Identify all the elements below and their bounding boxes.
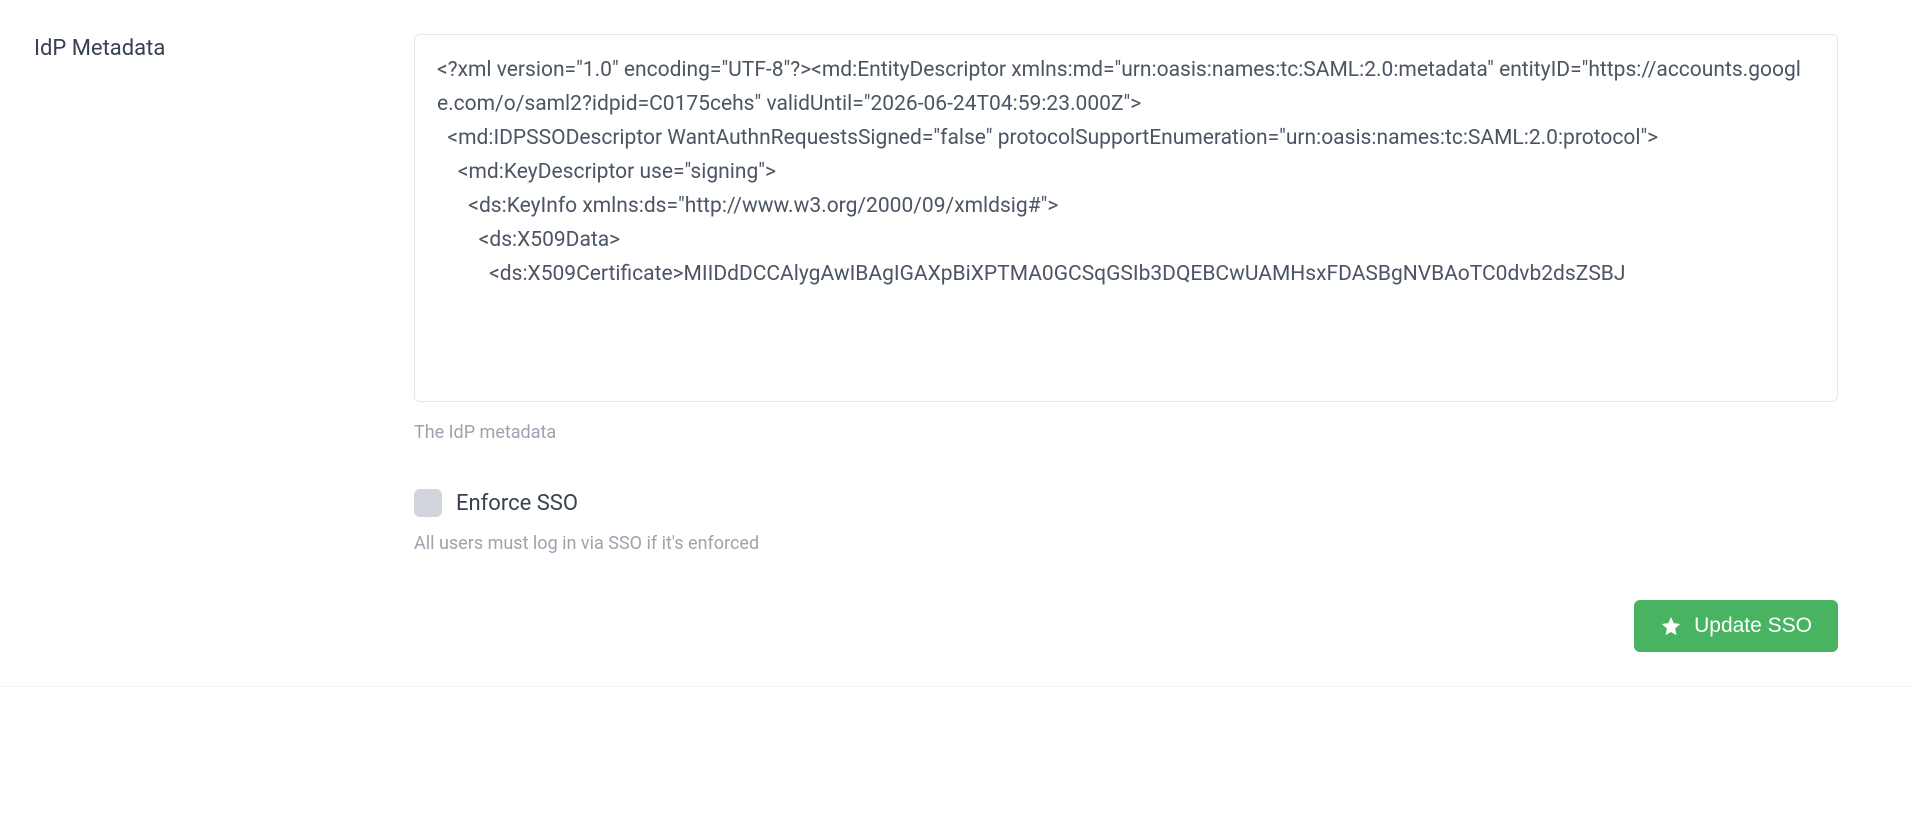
enforce-sso-checkbox[interactable]: [414, 489, 442, 517]
idp-metadata-help: The IdP metadata: [414, 420, 1838, 445]
idp-metadata-label: IdP Metadata: [34, 34, 414, 65]
enforce-sso-help: All users must log in via SSO if it's en…: [414, 531, 1838, 556]
update-sso-button-label: Update SSO: [1694, 614, 1812, 638]
idp-metadata-textarea[interactable]: [414, 34, 1838, 402]
update-sso-button[interactable]: Update SSO: [1634, 600, 1838, 652]
star-icon: [1660, 615, 1682, 637]
enforce-sso-label[interactable]: Enforce SSO: [456, 491, 578, 516]
section-divider: [0, 686, 1912, 687]
